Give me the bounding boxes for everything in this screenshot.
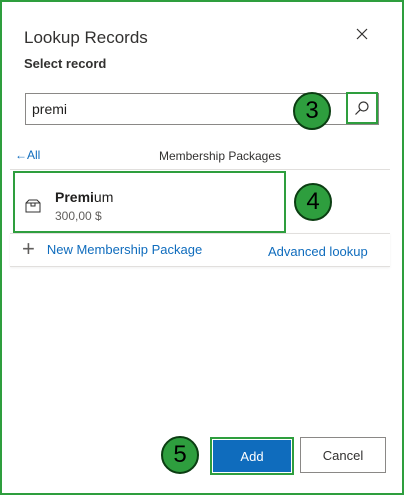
- package-icon: [25, 199, 41, 213]
- step-badge-3: 3: [293, 92, 331, 130]
- arrow-left-icon: ←: [15, 148, 27, 162]
- close-icon: [356, 28, 368, 40]
- divider: [10, 169, 390, 170]
- step-badge-5: 5: [161, 436, 199, 474]
- search-icon: [355, 101, 369, 115]
- search-input[interactable]: [32, 98, 332, 120]
- search-button[interactable]: [346, 92, 378, 124]
- result-price: 300,00 $: [55, 209, 102, 223]
- list-header: Membership Packages: [158, 149, 282, 163]
- plus-icon: +: [22, 236, 35, 261]
- new-record-link[interactable]: + New Membership Package: [22, 236, 203, 261]
- step-badge-4: 4: [294, 183, 332, 221]
- close-button[interactable]: [352, 24, 372, 44]
- add-button-label: Add: [213, 440, 291, 472]
- advanced-lookup-link[interactable]: Advanced lookup: [268, 244, 368, 259]
- add-button[interactable]: Add: [210, 437, 294, 475]
- back-all-link[interactable]: ←All: [15, 148, 40, 162]
- list-item[interactable]: Premium 300,00 $: [13, 171, 286, 233]
- cancel-button[interactable]: Cancel: [300, 437, 386, 473]
- result-name: Premium: [55, 189, 114, 205]
- dialog-title: Lookup Records: [24, 28, 148, 47]
- new-record-label: New Membership Package: [46, 241, 203, 257]
- back-all-label: All: [27, 148, 41, 162]
- dialog-subtitle: Select record: [24, 56, 107, 71]
